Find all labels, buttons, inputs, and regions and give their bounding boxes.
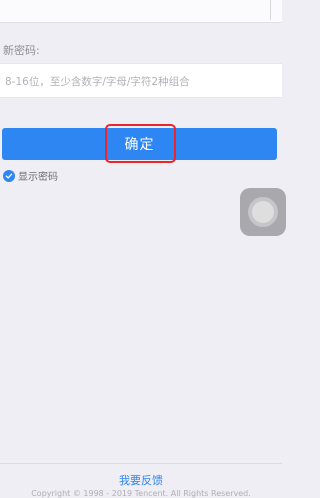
confirm-button[interactable]: 确定 xyxy=(2,128,277,160)
new-password-field-container[interactable] xyxy=(0,63,282,99)
feedback-link[interactable]: 我要反馈 xyxy=(0,472,282,488)
copyright-text: Copyright © 1998 - 2019 Tencent. All Rig… xyxy=(31,489,251,498)
new-password-input[interactable] xyxy=(3,64,277,99)
show-password-label: 显示密码 xyxy=(18,172,58,183)
assistive-touch-ring xyxy=(248,197,278,227)
field-divider xyxy=(270,0,271,20)
assistive-touch-icon[interactable] xyxy=(240,188,286,236)
new-password-label: 新密码: xyxy=(3,44,40,57)
assistive-touch-core xyxy=(252,201,274,223)
show-password-toggle[interactable]: 显示密码 xyxy=(3,168,58,183)
check-circle-icon[interactable] xyxy=(3,169,15,182)
previous-input-field[interactable] xyxy=(0,0,282,23)
footer-divider xyxy=(0,463,282,464)
confirm-button-label: 确定 xyxy=(124,137,155,153)
